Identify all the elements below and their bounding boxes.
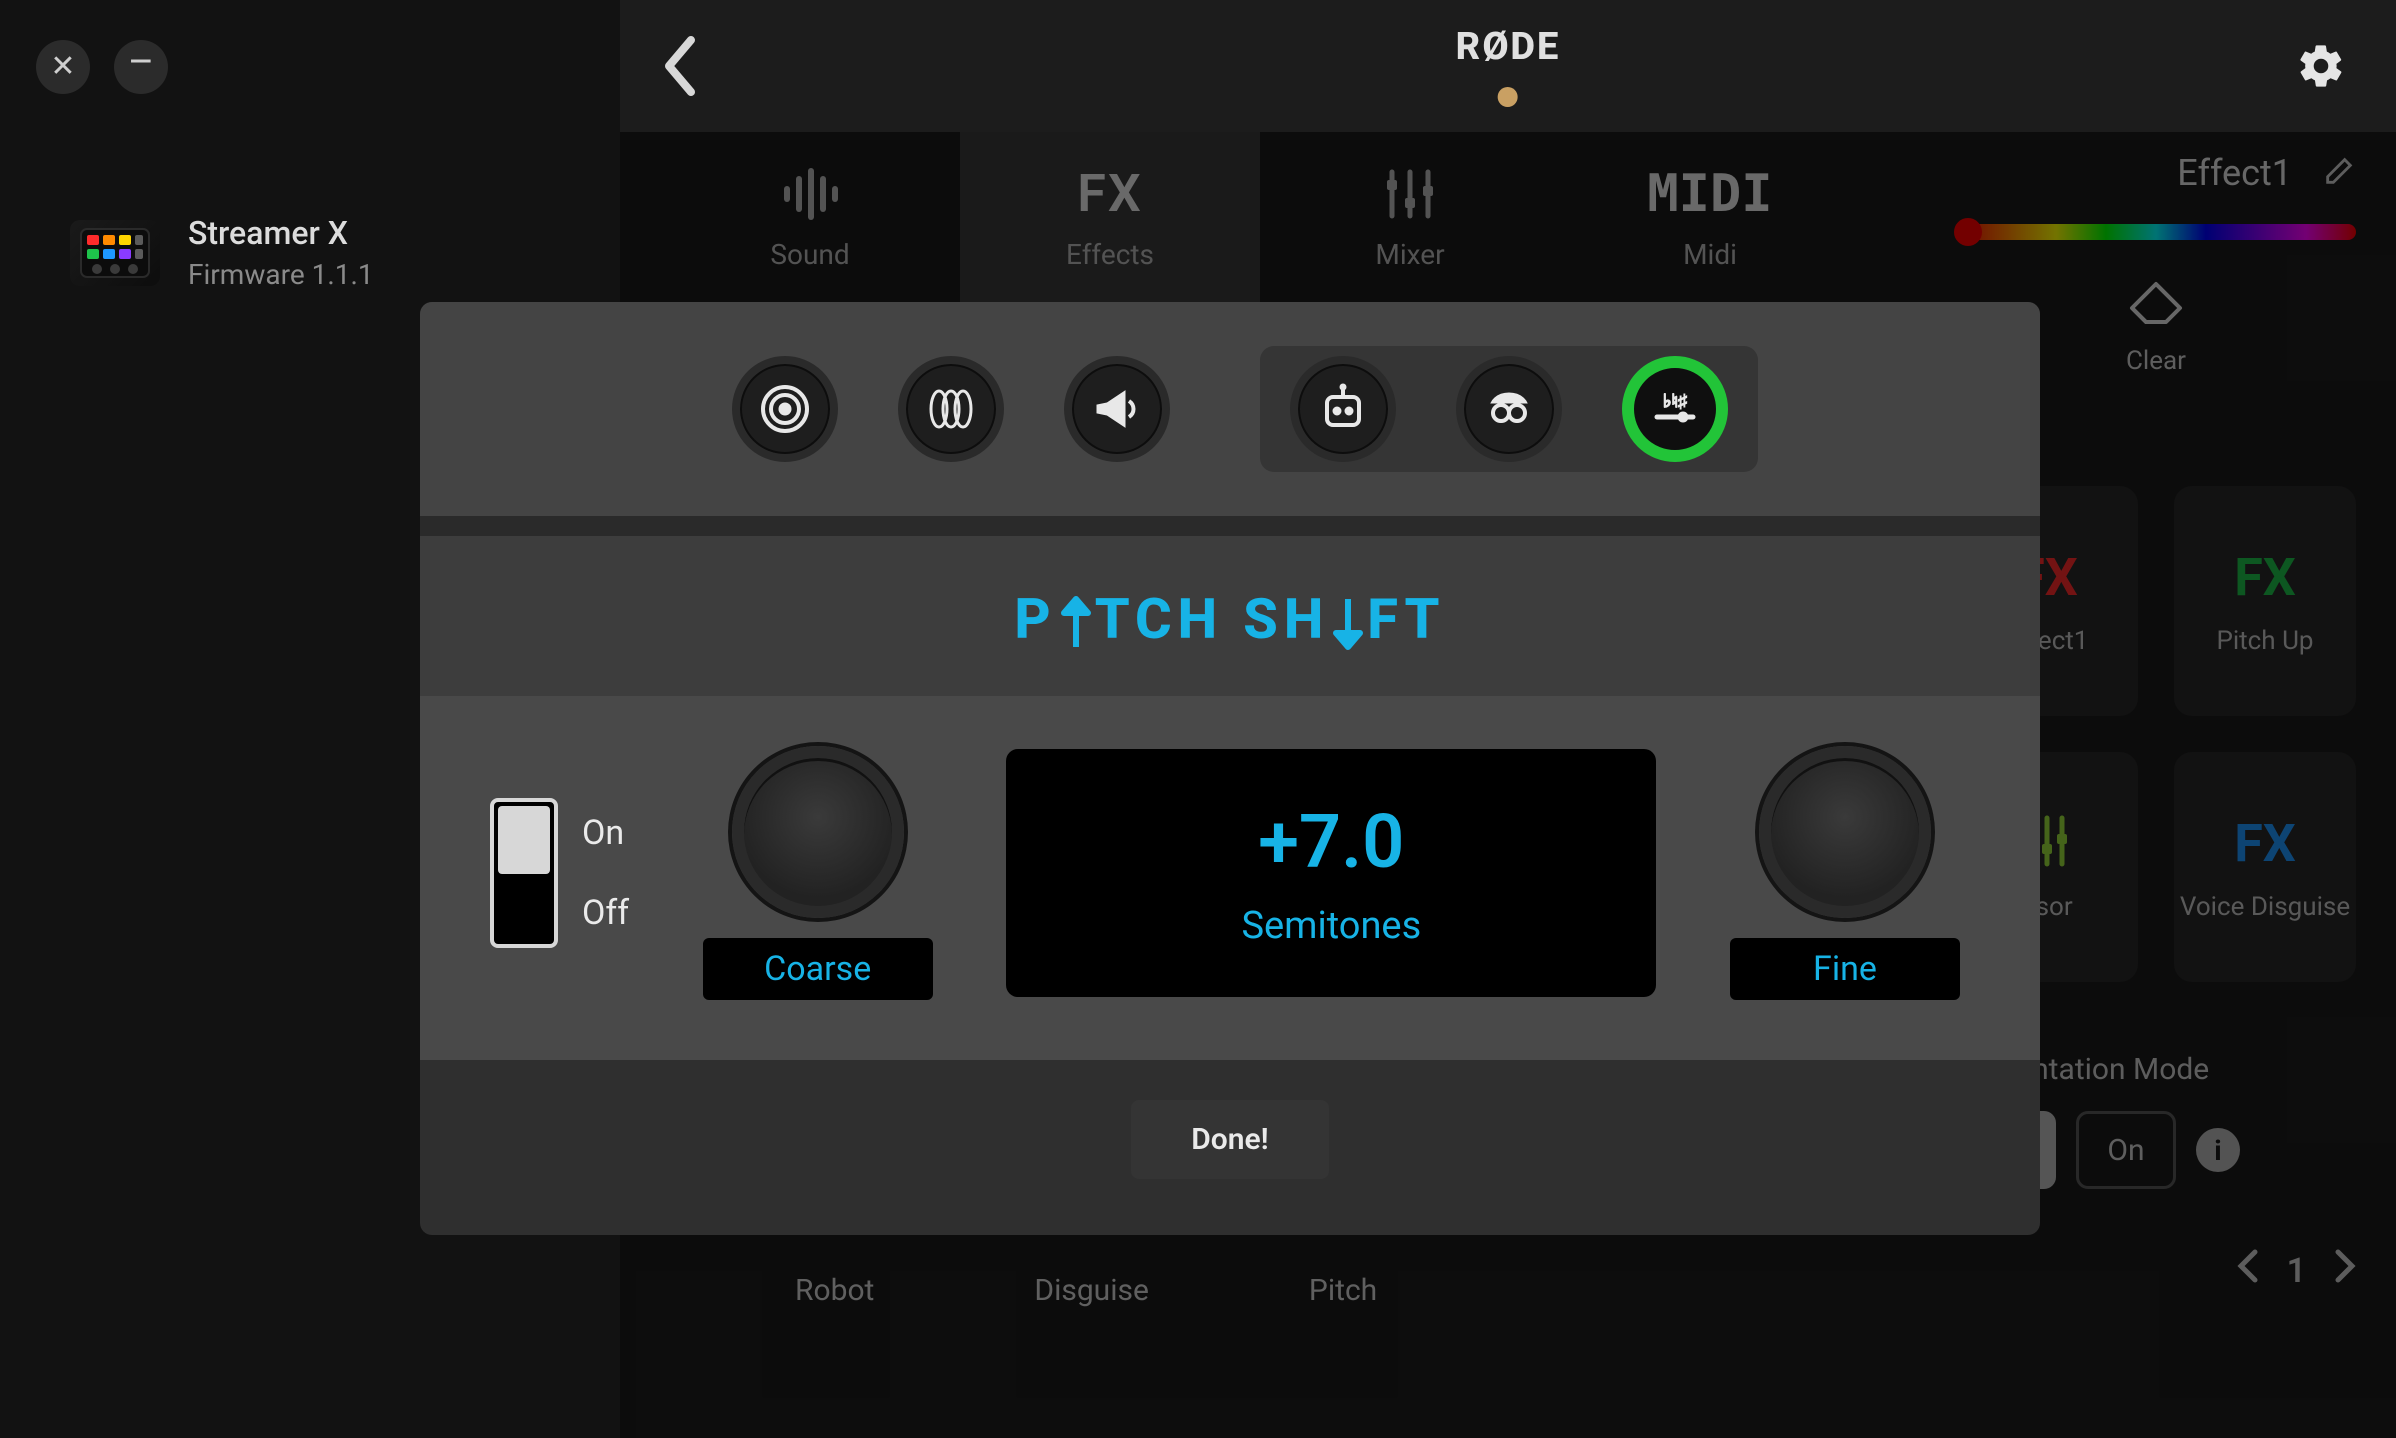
tab-label: Mixer	[1375, 238, 1444, 271]
toggle-off-label: Off	[582, 893, 629, 933]
effect-on-off-toggle[interactable]	[490, 798, 558, 948]
pager-page: 1	[2287, 1251, 2306, 1291]
pitch-shift-modal: ♭♮♯ PTCH SHFT On Off	[420, 302, 2040, 1235]
color-slider[interactable]	[1956, 224, 2356, 240]
device-name: Streamer X	[188, 214, 374, 252]
effect-label-robot: Robot	[795, 1273, 874, 1308]
toggle-thumb	[498, 806, 550, 874]
tab-label: Effects	[1066, 238, 1154, 271]
effect-pitch-button[interactable]: ♭♮♯	[1622, 356, 1728, 462]
effect-label-disguise: Disguise	[1034, 1273, 1149, 1308]
rename-button[interactable]	[2322, 154, 2356, 192]
brand-logo: RØDE	[1456, 25, 1561, 69]
semitone-value: +7.0	[1258, 799, 1404, 886]
pager-next[interactable]	[2334, 1249, 2356, 1292]
fx-icon: FX	[2234, 813, 2296, 874]
tab-mixer[interactable]: Mixer	[1260, 132, 1560, 302]
svg-text:♭♮♯: ♭♮♯	[1663, 391, 1687, 412]
disguise-icon	[1481, 381, 1537, 437]
fx-card-label: Pitch Up	[2216, 626, 2313, 656]
tab-label: Sound	[770, 238, 849, 271]
echo-icon	[923, 381, 979, 437]
window-close-button[interactable]: ✕	[36, 40, 90, 94]
waveform-icon	[778, 164, 842, 224]
settings-button[interactable]	[2296, 41, 2346, 91]
color-thumb[interactable]	[1954, 218, 1982, 246]
device-row[interactable]: Streamer X Firmware 1.1.1	[0, 94, 620, 291]
reverb-icon	[757, 381, 813, 437]
minimize-icon: –	[128, 42, 154, 82]
effect-reverb-button[interactable]	[732, 356, 838, 462]
coarse-label: Coarse	[703, 938, 933, 1000]
fx-card-voice-disguise[interactable]: FX Voice Disguise	[2174, 752, 2356, 982]
eraser-icon	[2126, 280, 2186, 330]
back-button[interactable]	[640, 26, 720, 106]
arrow-down-icon	[1329, 595, 1367, 651]
fx-icon: FX	[2234, 547, 2296, 608]
device-thumbnail	[70, 220, 160, 286]
device-firmware: Firmware 1.1.1	[188, 258, 374, 291]
effect-robot-button[interactable]	[1290, 356, 1396, 462]
megaphone-icon	[1089, 381, 1145, 437]
midi-icon: MIDI	[1647, 164, 1772, 224]
semitone-readout: +7.0 Semitones	[1006, 749, 1656, 997]
brand-dot-icon	[1498, 87, 1518, 107]
arrow-up-icon	[1057, 595, 1095, 651]
effect-label-pitch: Pitch	[1309, 1273, 1377, 1308]
pager-prev[interactable]	[2237, 1249, 2259, 1292]
effect-name: Effect1	[2177, 152, 2292, 194]
effect-type-row: ♭♮♯	[420, 302, 2040, 516]
chevron-right-icon	[2334, 1249, 2356, 1283]
effect-megaphone-button[interactable]	[1064, 356, 1170, 462]
info-button[interactable]: i	[2196, 1128, 2240, 1172]
effect-disguise-button[interactable]	[1456, 356, 1562, 462]
clear-label: Clear	[2126, 346, 2186, 376]
mixer-icon	[1378, 164, 1442, 224]
tab-sound[interactable]: Sound	[660, 132, 960, 302]
chevron-left-icon	[661, 36, 699, 96]
main-panel: RØDE	[620, 0, 2396, 1438]
fx-card-label: Voice Disguise	[2180, 892, 2350, 922]
fine-label: Fine	[1730, 938, 1960, 1000]
done-button[interactable]: Done!	[1131, 1100, 1328, 1179]
fx-card-pitch-up[interactable]: FX Pitch Up	[2174, 486, 2356, 716]
tab-effects[interactable]: FX Effects	[960, 132, 1260, 302]
pencil-icon	[2322, 154, 2356, 188]
window-minimize-button[interactable]: –	[114, 40, 168, 94]
fx-icon: FX	[1077, 163, 1143, 224]
tab-label: Midi	[1683, 238, 1737, 271]
close-icon: ✕	[50, 52, 75, 82]
clear-button[interactable]	[2126, 280, 2186, 334]
fine-knob[interactable]	[1759, 746, 1931, 918]
effect-echo-button[interactable]	[898, 356, 1004, 462]
effect-title: PTCH SHFT	[420, 536, 2040, 696]
coarse-knob[interactable]	[732, 746, 904, 918]
chevron-left-icon	[2237, 1249, 2259, 1283]
pitch-icon: ♭♮♯	[1647, 381, 1703, 437]
robot-icon	[1315, 381, 1371, 437]
presentation-on-button[interactable]: On	[2076, 1111, 2176, 1189]
tab-midi[interactable]: MIDI Midi	[1560, 132, 1860, 302]
toggle-on-label: On	[582, 813, 629, 853]
gear-icon	[2296, 41, 2346, 91]
semitone-unit: Semitones	[1241, 904, 1421, 948]
